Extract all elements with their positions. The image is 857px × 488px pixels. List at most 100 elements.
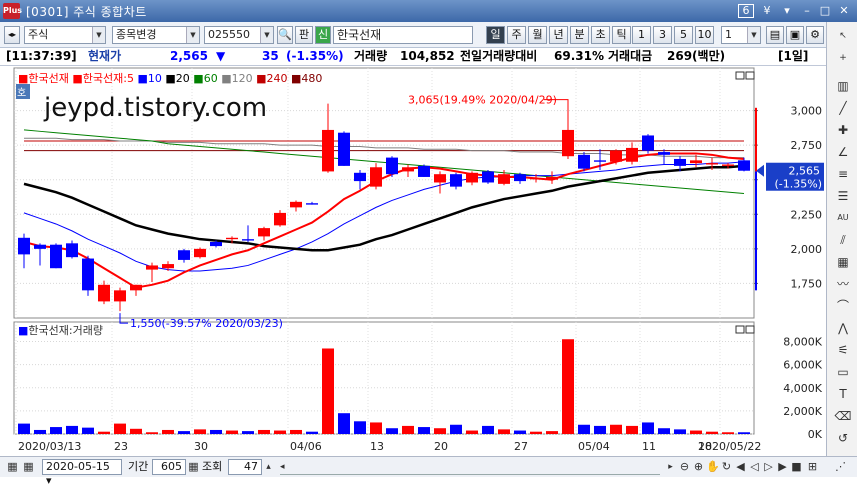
search-icon[interactable]: 🔍 xyxy=(277,26,293,44)
date-input[interactable]: 2020-05-15 ▾ xyxy=(42,459,122,487)
scrollbar-track[interactable]: ◂ xyxy=(280,459,660,475)
chart-svg[interactable]: 1,7502,0002,2502,5002,7503,000 0K2,000K4… xyxy=(0,66,826,456)
market-select[interactable]: 주식 ▼ xyxy=(24,26,106,44)
candle-body xyxy=(386,157,398,175)
tool-cursor-icon[interactable]: ↖ xyxy=(833,26,853,46)
interval-select[interactable]: 1 ▼ xyxy=(721,26,761,44)
expand-icon[interactable]: ⊞ xyxy=(806,459,819,475)
candle-body xyxy=(242,239,254,241)
toggle-icon[interactable]: ■ xyxy=(790,459,803,475)
price-tick-label: 1,750 xyxy=(791,277,823,290)
interval-button[interactable]: 5 xyxy=(674,26,693,44)
trend-line-icon[interactable]: ╱ xyxy=(833,98,853,118)
new-badge[interactable]: 신 xyxy=(315,26,331,44)
date-tick-label: 04/06 xyxy=(290,440,322,453)
candle-body xyxy=(226,237,238,240)
arc-tool-icon[interactable]: ⌒ xyxy=(833,296,853,316)
period-input[interactable]: 605 xyxy=(152,459,186,475)
close-icon[interactable]: ✕ xyxy=(836,3,852,19)
eraser-icon[interactable]: ⌫ xyxy=(833,406,853,426)
next-page-icon[interactable]: ▷ xyxy=(762,459,775,475)
amount-label: 거래대금 xyxy=(608,49,653,63)
volume-bar xyxy=(194,429,206,434)
restore-icon[interactable]: □ xyxy=(818,3,832,19)
tool-add-icon[interactable]: + xyxy=(833,48,853,68)
page-number-badge[interactable]: 6 xyxy=(738,4,754,18)
angle-line-icon[interactable]: ∠ xyxy=(833,142,853,162)
stock-code-input[interactable]: 025550 ▼ xyxy=(204,26,274,44)
period-button[interactable]: 틱 xyxy=(612,26,631,44)
horizontal-line-icon[interactable]: ≡ xyxy=(833,164,853,184)
date-tick-label: 13 xyxy=(370,440,384,453)
zoom-out-icon[interactable]: ⊖ xyxy=(678,459,691,475)
legend-item: 60 xyxy=(204,72,222,85)
rectangle-tool-icon[interactable]: ▭ xyxy=(833,362,853,382)
settings-gear-icon[interactable]: ⚙ xyxy=(806,26,824,44)
legend-swatch-icon: ■ xyxy=(137,72,147,85)
zoom-in-icon[interactable]: ⊕ xyxy=(692,459,705,475)
minimize-icon[interactable]: – xyxy=(800,3,814,19)
volume-tick-label: 2,000K xyxy=(783,405,822,418)
price-tick-label: 2,750 xyxy=(791,139,823,152)
auto-icon[interactable]: AU xyxy=(833,208,853,228)
volume-bar xyxy=(50,427,62,434)
pin-icon[interactable]: ¥ xyxy=(760,3,774,19)
price-tick-label: 3,000 xyxy=(791,105,823,118)
last-page-icon[interactable]: ▶ xyxy=(776,459,789,475)
text-tool-icon[interactable]: T xyxy=(833,384,853,404)
menu-icon[interactable]: ▾ xyxy=(780,3,794,19)
grid-tool-icon[interactable]: ▦ xyxy=(833,252,853,272)
calendar-icon[interactable]: ▦ xyxy=(6,459,19,475)
cross-line-icon[interactable]: ✚ xyxy=(833,120,853,140)
calendar-small-icon[interactable]: ▦ xyxy=(187,459,200,475)
first-page-icon[interactable]: ◀ xyxy=(734,459,747,475)
date-axis: 2020/03/13 23 30 04/06 13 20 27 05/04 11 182020/0… xyxy=(18,440,761,453)
volume-bar xyxy=(642,422,654,434)
prev-page-icon[interactable]: ◁ xyxy=(748,459,761,475)
calendar-edit-icon[interactable]: ▦ xyxy=(22,459,35,475)
date-value: 2020-05-15 xyxy=(46,460,110,473)
view-input[interactable]: 47 xyxy=(228,459,262,475)
period-button[interactable]: 분 xyxy=(570,26,589,44)
search-button[interactable]: 판 xyxy=(295,26,313,44)
candle-chart-icon[interactable]: ▥ xyxy=(833,76,853,96)
candle-body xyxy=(290,201,302,208)
nav-arrows-icon[interactable]: ◂▸ xyxy=(4,26,20,44)
period-button[interactable]: 월 xyxy=(528,26,547,44)
volume-legend: ■한국선재:거래량 xyxy=(18,324,103,337)
undo-icon[interactable]: ↺ xyxy=(833,428,853,448)
interval-button[interactable]: 10 xyxy=(695,26,714,44)
volume-bar xyxy=(66,425,78,434)
hand-tool-icon[interactable]: ✋ xyxy=(706,459,720,475)
interval-button[interactable]: 1 xyxy=(632,26,651,44)
candle-body xyxy=(562,129,574,157)
save-icon[interactable]: ▤ xyxy=(766,26,784,44)
fan-tool-icon[interactable]: ⚟ xyxy=(833,340,853,360)
screen-icon[interactable]: ▣ xyxy=(786,26,804,44)
channel-icon[interactable]: ⫽ xyxy=(833,230,853,250)
mode-select[interactable]: 종목변경 ▼ xyxy=(112,26,200,44)
wave-tool-icon[interactable]: 〰 xyxy=(833,274,853,294)
volume-bar xyxy=(210,429,222,434)
fibonacci-icon[interactable]: ☰ xyxy=(833,186,853,206)
candle-body xyxy=(434,174,446,183)
period-button[interactable]: 년 xyxy=(549,26,568,44)
chevron-down-icon: ▼ xyxy=(186,27,199,43)
chart-area[interactable]: 1,7502,0002,2502,5002,7503,000 0K2,000K4… xyxy=(0,66,826,456)
interval-button[interactable]: 3 xyxy=(653,26,672,44)
scroll-right-icon[interactable]: ▸ xyxy=(664,459,677,475)
stepper-icon[interactable]: ▴ xyxy=(262,459,275,475)
volume-tick-label: 0K xyxy=(808,428,823,441)
period-button[interactable]: 주 xyxy=(507,26,526,44)
zigzag-icon[interactable]: ⋀ xyxy=(833,318,853,338)
period-button[interactable]: 초 xyxy=(591,26,610,44)
volume-bar xyxy=(690,430,702,434)
candle-body xyxy=(114,290,126,302)
candle-body xyxy=(626,147,638,162)
reset-icon[interactable]: ↻ xyxy=(720,459,733,475)
title-bar: Plus [0301] 주식 종합차트 6 ¥ ▾ – □ ✕ xyxy=(0,0,857,22)
volume-bar xyxy=(610,424,622,434)
price-change: 35 xyxy=(262,49,279,63)
volume-axis: 0K 2,000K 4,000K 6,000K 8,000K xyxy=(783,336,822,441)
period-button[interactable]: 일 xyxy=(486,26,505,44)
